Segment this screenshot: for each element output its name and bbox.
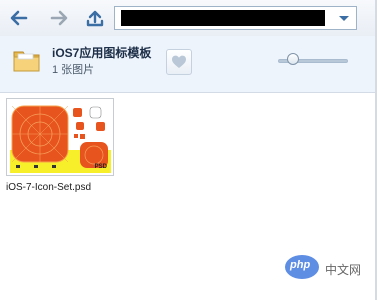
album-image-count: 1 张图片 — [52, 64, 95, 76]
forward-button[interactable] — [48, 7, 70, 29]
psd-badge: PSD — [94, 164, 107, 170]
arrow-left-icon — [10, 10, 28, 26]
back-button[interactable] — [8, 7, 30, 29]
heart-icon — [172, 55, 186, 68]
redacted-path — [121, 10, 325, 26]
watermark-logo: php — [290, 259, 311, 271]
psd-preview-image — [10, 102, 111, 173]
address-bar[interactable] — [114, 6, 357, 30]
address-dropdown-button[interactable] — [332, 7, 356, 29]
thumbnail-item[interactable]: PSD iOS-7-Icon-Set.psd — [6, 98, 114, 193]
watermark-text: 中文网 — [325, 263, 362, 277]
upload-icon — [86, 10, 104, 27]
album-header: iOS7应用图标模板 1 张图片 — [0, 36, 375, 93]
thumbnail-image: PSD — [6, 98, 114, 176]
zoom-slider-thumb[interactable] — [286, 53, 299, 65]
album-title: iOS7应用图标模板 — [52, 46, 152, 60]
upload-button[interactable] — [84, 7, 106, 29]
favorite-button[interactable] — [166, 49, 192, 75]
thumbnail-filename: iOS-7-Icon-Set.psd — [6, 182, 92, 193]
arrow-right-icon — [50, 10, 68, 26]
folder-icon — [13, 51, 40, 72]
toolbar — [0, 0, 375, 36]
chevron-down-icon — [339, 16, 349, 21]
